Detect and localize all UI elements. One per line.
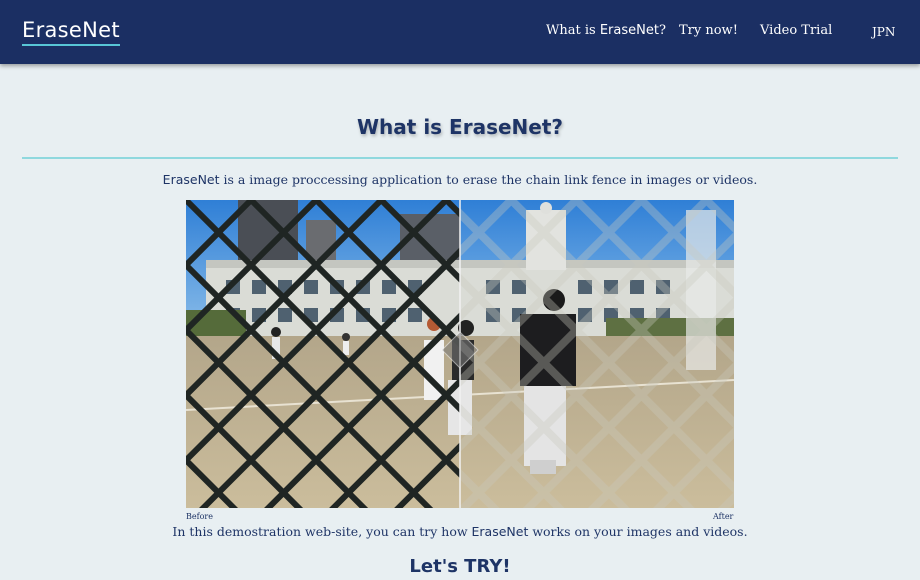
- nav-link-what-prefix: What is: [546, 23, 600, 38]
- demo-description: In this demostration web-site, you can t…: [0, 524, 920, 539]
- nav-link-video-trial[interactable]: Video Trial: [760, 23, 832, 38]
- nav-link-what-brand: EraseNet: [599, 23, 659, 38]
- cta-title: Let's TRY!: [409, 556, 511, 577]
- demo-brand: EraseNet: [471, 524, 529, 539]
- nav-link-what-is[interactable]: What is EraseNet?: [546, 23, 666, 38]
- before-after-comparison[interactable]: [186, 200, 734, 508]
- site-logo[interactable]: EraseNet: [22, 18, 120, 46]
- top-navbar: EraseNet What is EraseNet? Try now! Vide…: [0, 0, 920, 64]
- demo-suffix: works on your images and videos.: [528, 524, 748, 539]
- intro-rest: is a image proccessing application to er…: [219, 172, 758, 187]
- before-label: Before: [186, 512, 213, 521]
- comparison-image: [186, 200, 734, 508]
- section-divider: [22, 157, 898, 159]
- language-switch[interactable]: JPN: [872, 25, 895, 39]
- demo-prefix: In this demostration web-site, you can t…: [172, 524, 472, 539]
- nav-link-what-suffix: ?: [658, 23, 666, 38]
- after-label: After: [713, 512, 734, 521]
- intro-brand: EraseNet: [162, 172, 220, 187]
- nav-link-try-now[interactable]: Try now!: [679, 23, 738, 38]
- intro-text: EraseNet is a image proccessing applicat…: [0, 172, 920, 187]
- section-title: What is EraseNet?: [357, 115, 563, 139]
